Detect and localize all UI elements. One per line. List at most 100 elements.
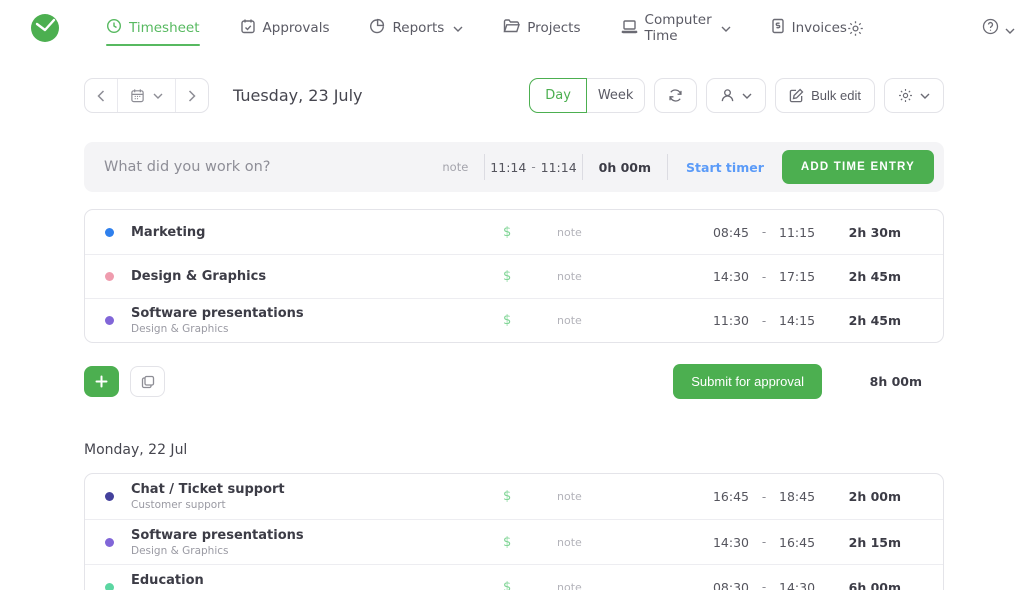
entry-duration: 2h 45m bbox=[848, 313, 901, 328]
calendar-icon bbox=[131, 89, 144, 103]
week-view-button[interactable]: Week bbox=[587, 78, 646, 113]
prev-day-button[interactable] bbox=[85, 79, 117, 112]
edit-icon bbox=[789, 88, 804, 103]
refresh-button[interactable] bbox=[654, 78, 698, 113]
nav-item-invoices[interactable]: Invoices bbox=[771, 8, 847, 48]
task-color-dot bbox=[105, 492, 114, 501]
calendar-picker-button[interactable] bbox=[117, 79, 175, 112]
task-names: Education Customer success bbox=[131, 573, 503, 590]
nav-item-approvals[interactable]: Approvals bbox=[240, 8, 329, 48]
chevron-down-icon bbox=[742, 93, 752, 99]
entry-start-time[interactable]: 14:30 bbox=[705, 269, 749, 284]
entry-end-time[interactable]: 18:45 bbox=[779, 489, 823, 504]
task-color-dot bbox=[105, 227, 114, 237]
task-name[interactable]: Education bbox=[131, 573, 503, 588]
top-nav: Timesheet Approvals Reports Projects Com… bbox=[0, 0, 1024, 56]
entry-note-input[interactable]: note bbox=[557, 226, 697, 239]
time-range-separator: - bbox=[761, 225, 767, 239]
billable-rate-icon[interactable]: $ bbox=[503, 269, 529, 284]
date-navigator bbox=[84, 78, 209, 113]
billable-rate-icon[interactable]: $ bbox=[503, 489, 529, 504]
task-name[interactable]: Marketing bbox=[131, 225, 503, 240]
chevron-down-icon bbox=[153, 93, 163, 99]
entry-note-input[interactable]: note bbox=[557, 581, 697, 590]
entry-start-time[interactable]: 08:30 bbox=[705, 580, 749, 590]
refresh-icon bbox=[669, 89, 682, 102]
entry-end-time[interactable]: 14:15 bbox=[779, 313, 823, 328]
task-name[interactable]: Design & Graphics bbox=[131, 269, 503, 284]
chevron-down-icon bbox=[1005, 19, 1015, 38]
task-input[interactable]: What did you work on? bbox=[104, 159, 442, 175]
billable-rate-icon[interactable]: $ bbox=[503, 535, 529, 550]
nav-item-timesheet[interactable]: Timesheet bbox=[106, 8, 200, 48]
entry-note-input[interactable]: note bbox=[557, 490, 697, 503]
gear-icon bbox=[899, 89, 912, 102]
entry-start-time[interactable]: 16:45 bbox=[705, 489, 749, 504]
nav-item-label: Computer Time bbox=[644, 12, 712, 44]
day-total: 8h 00m bbox=[869, 374, 922, 389]
current-date-label: Tuesday, 23 July bbox=[233, 86, 363, 105]
nav-item-projects[interactable]: Projects bbox=[503, 8, 581, 48]
submit-for-approval-button[interactable]: Submit for approval bbox=[673, 364, 822, 399]
add-row-button[interactable] bbox=[84, 366, 119, 397]
billable-rate-icon[interactable]: $ bbox=[503, 225, 529, 240]
day-actions: Submit for approval 8h 00m bbox=[84, 364, 944, 399]
chevron-down-icon bbox=[920, 93, 930, 99]
new-entry-bar: What did you work on? note 11:14 - 11:14… bbox=[84, 142, 944, 192]
chevron-down-icon bbox=[453, 20, 463, 36]
note-input[interactable]: note bbox=[442, 160, 468, 174]
time-entry-row: Education Customer success $ note 08:30 … bbox=[85, 564, 943, 590]
start-timer-link[interactable]: Start timer bbox=[668, 160, 782, 175]
help-icon bbox=[982, 18, 999, 39]
duration-value: 0h 00m bbox=[598, 159, 652, 175]
settings-gear-icon[interactable] bbox=[847, 20, 864, 37]
copy-day-button[interactable] bbox=[130, 366, 165, 397]
task-category: Design & Graphics bbox=[131, 544, 229, 557]
start-time-input[interactable]: 11:14 bbox=[485, 160, 531, 175]
task-name[interactable]: Chat / Ticket support bbox=[131, 482, 503, 497]
time-range-separator: - bbox=[761, 580, 767, 590]
date-toolbar: Tuesday, 23 July Day Week Bulk edit bbox=[84, 78, 944, 113]
entry-start-time[interactable]: 11:30 bbox=[705, 313, 749, 328]
entry-note-input[interactable]: note bbox=[557, 270, 697, 283]
user-filter-button[interactable] bbox=[706, 78, 767, 113]
nav-item-reports[interactable]: Reports bbox=[369, 8, 463, 48]
time-entry-row: Marketing $ note 08:45 - 11:15 2h 30m bbox=[85, 210, 943, 254]
billable-rate-icon[interactable]: $ bbox=[503, 580, 529, 590]
entry-start-time[interactable]: 08:45 bbox=[705, 225, 749, 240]
entry-end-time[interactable]: 14:30 bbox=[779, 580, 823, 590]
nav-item-computer-time[interactable]: Computer Time bbox=[620, 2, 731, 54]
nav-item-label: Projects bbox=[527, 20, 581, 36]
entry-duration: 2h 15m bbox=[848, 534, 901, 550]
day-view-button[interactable]: Day bbox=[529, 78, 588, 113]
entry-end-time[interactable]: 16:45 bbox=[779, 535, 823, 550]
app-logo[interactable] bbox=[26, 10, 64, 46]
folder-icon bbox=[503, 18, 521, 38]
billable-rate-icon[interactable]: $ bbox=[503, 313, 529, 328]
bulk-edit-button[interactable]: Bulk edit bbox=[775, 78, 875, 113]
time-entry-row: Software presentations Design & Graphics… bbox=[85, 519, 943, 564]
help-menu[interactable] bbox=[982, 18, 1015, 39]
task-name[interactable]: Software presentations bbox=[131, 528, 503, 543]
end-time-input[interactable]: 11:14 bbox=[536, 160, 582, 175]
view-toggle: Day Week bbox=[529, 78, 646, 113]
entry-end-time[interactable]: 11:15 bbox=[779, 225, 823, 240]
entry-end-time[interactable]: 17:15 bbox=[779, 269, 823, 284]
task-names: Chat / Ticket support Customer support bbox=[131, 482, 503, 511]
task-name[interactable]: Software presentations bbox=[131, 306, 503, 321]
entry-note-input[interactable]: note bbox=[557, 536, 697, 549]
task-names: Design & Graphics bbox=[131, 269, 503, 284]
laptop-icon bbox=[620, 19, 638, 38]
calendar-check-icon bbox=[240, 18, 256, 38]
nav-right bbox=[847, 11, 1024, 45]
next-day-button[interactable] bbox=[175, 79, 208, 112]
task-category: Design & Graphics bbox=[131, 323, 229, 335]
entry-start-time[interactable]: 14:30 bbox=[705, 535, 749, 550]
time-entry-row: Software presentations Design & Graphics… bbox=[85, 298, 943, 342]
entry-note-input[interactable]: note bbox=[557, 314, 697, 327]
task-color-dot bbox=[105, 316, 114, 325]
view-settings-button[interactable] bbox=[884, 78, 944, 113]
time-range-separator: - bbox=[761, 489, 767, 504]
add-time-entry-button[interactable]: ADD TIME ENTRY bbox=[781, 150, 934, 184]
clock-icon bbox=[106, 18, 122, 38]
